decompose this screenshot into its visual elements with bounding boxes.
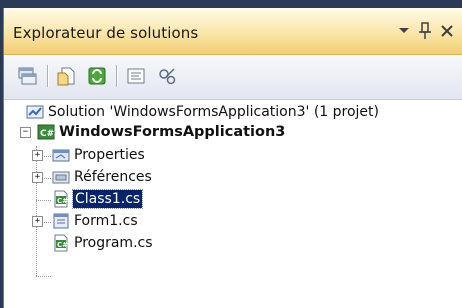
class-diagram-icon[interactable]	[154, 63, 180, 89]
references-folder-icon	[52, 168, 70, 186]
tree-item-program[interactable]: C# Program.cs	[52, 233, 153, 253]
tree-item-label: Properties	[74, 147, 145, 163]
tree-connector	[36, 226, 37, 276]
properties-icon[interactable]	[14, 63, 40, 89]
toolbar-separator	[116, 65, 117, 87]
toolbar-separator	[47, 65, 48, 87]
tree-item-project[interactable]: C# WindowsFormsApplication3	[37, 122, 285, 142]
tree-item-class1[interactable]: C# Class1.cs	[52, 189, 144, 209]
svg-text:C#: C#	[57, 197, 68, 205]
solution-label: Solution 'WindowsFormsApplication3' (1 p…	[48, 104, 379, 120]
project-label: WindowsFormsApplication3	[59, 124, 286, 140]
solution-tree: Solution 'WindowsFormsApplication3' (1 p…	[4, 100, 462, 308]
form-file-icon	[52, 212, 70, 230]
svg-text:C#: C#	[40, 129, 54, 139]
tree-item-label: Class1.cs	[71, 189, 144, 209]
expand-toggle[interactable]: +	[32, 150, 43, 161]
solution-icon	[26, 103, 44, 121]
expand-toggle[interactable]: +	[32, 216, 43, 227]
panel-titlebar: Explorateur de solutions	[4, 8, 462, 55]
show-all-files-icon[interactable]	[54, 63, 80, 89]
tree-connector	[36, 200, 51, 201]
tree-connector	[36, 276, 51, 277]
chevron-down-icon[interactable]	[393, 18, 415, 44]
panel-toolbar	[4, 55, 462, 100]
panel-title: Explorateur de solutions	[13, 24, 199, 42]
tree-item-label: Form1.cs	[74, 213, 138, 229]
properties-folder-icon	[52, 146, 70, 164]
tree-item-solution[interactable]: Solution 'WindowsFormsApplication3' (1 p…	[26, 102, 379, 122]
solution-explorer-panel: Explorateur de solutions Solution 'Windo…	[3, 8, 462, 308]
csharp-file-icon: C#	[52, 234, 70, 252]
view-code-icon[interactable]	[123, 63, 149, 89]
tree-item-properties[interactable]: Properties	[52, 145, 145, 165]
csharp-project-icon: C#	[37, 123, 55, 141]
expand-toggle[interactable]: +	[32, 172, 43, 183]
tree-item-form1[interactable]: Form1.cs	[52, 211, 138, 231]
tree-item-label: Program.cs	[74, 235, 153, 251]
pin-icon[interactable]	[414, 18, 436, 44]
tree-item-references[interactable]: Références	[52, 167, 152, 187]
svg-text:C#: C#	[57, 241, 68, 249]
collapse-toggle[interactable]: −	[20, 127, 31, 138]
tree-item-label: Références	[74, 169, 152, 185]
csharp-file-icon: C#	[52, 190, 70, 208]
close-icon[interactable]	[436, 18, 458, 44]
refresh-icon[interactable]	[84, 63, 110, 89]
